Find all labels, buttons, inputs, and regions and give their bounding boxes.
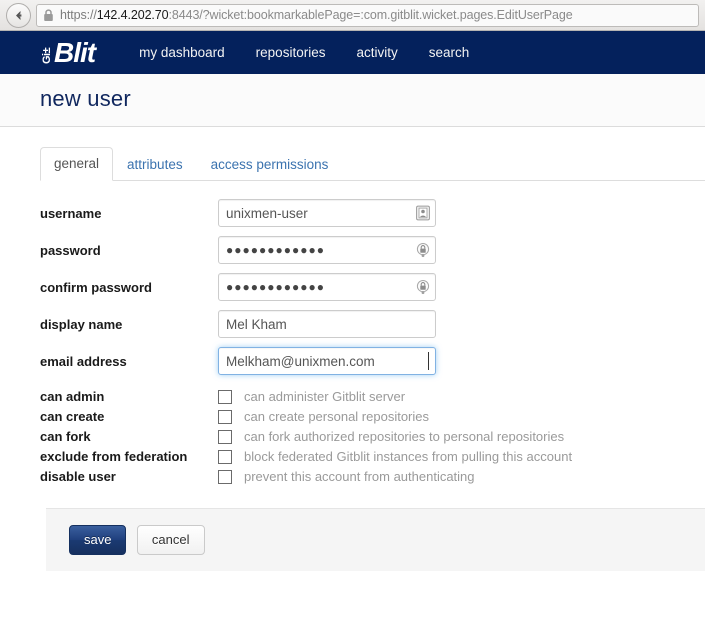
display-name-label: display name [40, 316, 123, 332]
checkbox-row-can-admin: can admin can administer Gitblit server [40, 389, 705, 404]
confirm-password-input[interactable] [218, 273, 436, 301]
logo-wordmark: Blit [54, 36, 96, 68]
new-user-form: username password confirm password [0, 181, 705, 484]
url-bar[interactable]: https://142.4.202.70:8443/?wicket:bookma… [36, 3, 699, 27]
checkbox-row-can-create: can create can create personal repositor… [40, 409, 705, 424]
tabs-container: general attributes access permissions [0, 127, 705, 181]
exclude-from-federation-help: block federated Gitblit instances from p… [244, 449, 573, 464]
exclude-from-federation-label: exclude from federation [40, 449, 188, 464]
can-create-checkbox[interactable] [218, 409, 232, 424]
password-label: password [40, 242, 101, 258]
confirm-password-label: confirm password [40, 279, 152, 295]
form-row-email-address: email address [40, 347, 705, 375]
form-row-display-name: display name [40, 310, 705, 338]
disable-user-help: prevent this account from authenticating [244, 469, 475, 484]
back-button[interactable] [6, 2, 31, 28]
email-address-input[interactable] [218, 347, 436, 375]
key-icon[interactable] [416, 243, 430, 258]
main-navbar: Gi± Blit my dashboard repositories activ… [0, 31, 705, 74]
tab-general[interactable]: general [40, 147, 114, 181]
tab-access-permissions[interactable]: access permissions [197, 148, 343, 181]
browser-toolbar: https://142.4.202.70:8443/?wicket:bookma… [0, 0, 705, 31]
url-scheme: https:// [60, 8, 97, 22]
url-path: :8443/?wicket:bookmarkablePage=:com.gitb… [168, 8, 573, 22]
contact-card-icon[interactable] [416, 205, 430, 221]
form-actions-bar: save cancel [46, 508, 705, 571]
text-caret [428, 352, 429, 370]
cancel-button[interactable]: cancel [136, 525, 205, 555]
display-name-input[interactable] [218, 310, 436, 338]
form-row-username: username [40, 199, 705, 227]
display-name-input-wrap [218, 310, 436, 338]
can-create-label: can create [40, 409, 105, 424]
confirm-password-input-wrap [218, 273, 436, 301]
checkbox-row-disable-user: disable user prevent this account from a… [40, 469, 705, 484]
page-title: new user [40, 86, 131, 111]
password-input[interactable] [218, 236, 436, 264]
disable-user-label: disable user [40, 469, 116, 484]
gitblit-logo[interactable]: Gi± Blit [40, 36, 96, 68]
padlock-icon [44, 8, 53, 21]
back-arrow-icon [16, 10, 22, 20]
can-fork-label: can fork [40, 429, 91, 444]
nav-links: my dashboard repositories activity searc… [139, 45, 469, 60]
can-create-help: can create personal repositories [244, 409, 429, 424]
key-icon[interactable] [416, 280, 430, 295]
exclude-from-federation-checkbox[interactable] [218, 449, 232, 464]
email-address-input-wrap [218, 347, 436, 375]
page-header: new user [0, 74, 705, 127]
form-row-confirm-password: confirm password [40, 273, 705, 301]
nav-item-repositories[interactable]: repositories [256, 45, 326, 60]
checkbox-row-can-fork: can fork can fork authorized repositorie… [40, 429, 705, 444]
can-fork-checkbox[interactable] [218, 429, 232, 444]
tab-list: general attributes access permissions [40, 147, 705, 181]
disable-user-checkbox[interactable] [218, 469, 232, 484]
nav-item-my-dashboard[interactable]: my dashboard [139, 45, 225, 60]
form-row-password: password [40, 236, 705, 264]
url-host: 142.4.202.70 [96, 8, 169, 22]
url-text: https://142.4.202.70:8443/?wicket:bookma… [60, 8, 573, 22]
nav-item-activity[interactable]: activity [356, 45, 397, 60]
nav-item-search[interactable]: search [429, 45, 470, 60]
username-input-wrap [218, 199, 436, 227]
tab-attributes[interactable]: attributes [113, 148, 197, 181]
password-input-wrap [218, 236, 436, 264]
logo-gi-mark: Gi± [41, 47, 53, 64]
checkbox-row-exclude-from-federation: exclude from federation block federated … [40, 449, 705, 464]
username-label: username [40, 205, 102, 221]
username-input[interactable] [218, 199, 436, 227]
can-admin-label: can admin [40, 389, 105, 404]
can-fork-help: can fork authorized repositories to pers… [244, 429, 565, 444]
can-admin-checkbox[interactable] [218, 389, 232, 404]
can-admin-help: can administer Gitblit server [244, 389, 406, 404]
save-button[interactable]: save [69, 525, 127, 555]
email-address-label: email address [40, 353, 127, 369]
